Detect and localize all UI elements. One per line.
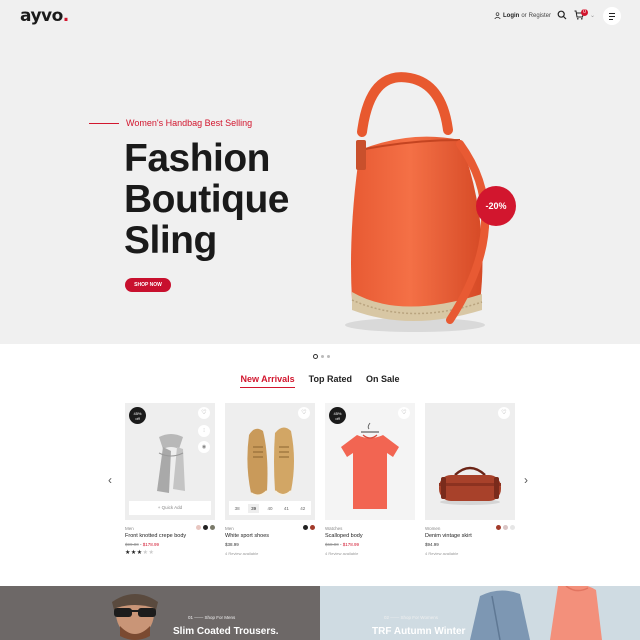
header: ayvo. Login or Register 0 ⌄ xyxy=(0,0,640,34)
promo-subtitle: 01 —— Shop For Mens xyxy=(188,615,236,620)
promo-banner-mens[interactable]: 01 —— Shop For Mens Slim Coated Trousers… xyxy=(0,586,320,640)
slider-dot[interactable] xyxy=(327,355,330,358)
color-swatches xyxy=(496,525,515,530)
product-category: Watches xyxy=(325,526,343,531)
size-selector: 38 39 40 41 42 xyxy=(229,501,311,515)
tab-top-rated[interactable]: Top Rated xyxy=(309,374,352,388)
search-icon[interactable] xyxy=(557,10,567,20)
man-portrait-image xyxy=(112,594,158,640)
product-image[interactable]: ♡ xyxy=(425,403,515,520)
color-swatch[interactable] xyxy=(310,525,315,530)
promo-subtitle: 02 —— Shop For Womens xyxy=(384,615,438,620)
product-category: Women xyxy=(425,526,441,531)
heart-icon[interactable]: ♡ xyxy=(298,407,310,419)
product-price: $68.00 - $178.99 xyxy=(325,542,360,547)
duffel-bag-image xyxy=(439,466,501,505)
review-count: 4 Review available xyxy=(325,551,359,556)
login-register[interactable]: Login or Register xyxy=(494,12,551,19)
color-swatch[interactable] xyxy=(303,525,308,530)
size-option[interactable]: 41 xyxy=(281,504,292,513)
heart-icon[interactable]: ♡ xyxy=(198,407,210,419)
color-swatch[interactable] xyxy=(496,525,501,530)
product-category: Men xyxy=(225,526,234,531)
size-option[interactable]: 42 xyxy=(297,504,308,513)
chevron-down-icon[interactable]: ⌄ xyxy=(590,12,595,19)
color-swatch[interactable] xyxy=(203,525,208,530)
star-rating: ★★★★★ xyxy=(125,550,155,556)
user-icon xyxy=(494,12,501,19)
product-category: Men xyxy=(125,526,134,531)
product-price: $38.99 xyxy=(225,542,239,547)
product-price: $94.99 xyxy=(425,542,439,547)
product-card[interactable]: ♡ Women Denim vintage skirt $94.99 4 Rev… xyxy=(425,403,515,556)
product-card[interactable]: 45% off ♡ ⫶ ◉ + Quick Add Men Front knott… xyxy=(125,403,215,556)
compare-icon[interactable]: ⫶ xyxy=(198,425,210,437)
shop-now-button[interactable]: SHOP NOW xyxy=(125,278,171,292)
product-image[interactable]: 45% off ♡ ⫶ ◉ + Quick Add xyxy=(125,403,215,520)
hero-subtitle: Women's Handbag Best Selling xyxy=(126,118,253,128)
eye-icon[interactable]: ◉ xyxy=(198,441,210,453)
product-name[interactable]: Front knotted crepe body xyxy=(125,533,186,539)
color-swatch[interactable] xyxy=(503,525,508,530)
color-swatch[interactable] xyxy=(510,525,515,530)
size-option[interactable]: 39 xyxy=(248,503,260,513)
color-swatch[interactable] xyxy=(196,525,201,530)
sale-badge: 45% off xyxy=(129,407,146,424)
promo-banner-womens[interactable]: 02 —— Shop For Womens TRF Autumn Winter xyxy=(320,586,640,640)
logo[interactable]: ayvo. xyxy=(20,6,69,26)
login-link[interactable]: Login xyxy=(503,13,519,19)
tshirt-image xyxy=(341,422,399,509)
hero-banner: Women's Handbag Best Selling Fashion Bou… xyxy=(0,34,640,359)
product-image[interactable]: 45% off ♡ xyxy=(325,403,415,520)
cart-count-badge: 0 xyxy=(581,9,588,16)
slider-dot[interactable] xyxy=(313,354,318,359)
tab-on-sale[interactable]: On Sale xyxy=(366,374,400,388)
promo-title: Slim Coated Trousers. xyxy=(173,626,279,637)
or-label: or xyxy=(521,12,527,19)
hero-title: Fashion Boutique Sling xyxy=(124,137,289,262)
quick-add-button[interactable]: + Quick Add xyxy=(129,501,211,515)
hero-subtitle-rule xyxy=(89,123,119,124)
carousel-next-arrow[interactable]: › xyxy=(524,473,528,487)
slider-dot[interactable] xyxy=(321,355,324,358)
review-count: 4 Review available xyxy=(425,551,459,556)
product-card[interactable]: 45% off ♡ Watches Scalloped body $68.00 -… xyxy=(325,403,415,556)
shoes-image xyxy=(247,427,294,497)
size-option[interactable]: 38 xyxy=(232,504,243,513)
product-name[interactable]: White sport shoes xyxy=(225,533,269,539)
color-swatch[interactable] xyxy=(210,525,215,530)
register-link[interactable]: Register xyxy=(529,13,551,19)
product-card[interactable]: ♡ 38 39 40 41 42 Men White sport shoes $… xyxy=(225,403,315,556)
scarf-image xyxy=(157,434,185,493)
women-jacket-image xyxy=(470,586,602,640)
color-swatches xyxy=(303,525,315,530)
color-swatches xyxy=(196,525,215,530)
carousel-prev-arrow[interactable]: ‹ xyxy=(108,473,112,487)
product-image[interactable]: ♡ 38 39 40 41 42 xyxy=(225,403,315,520)
product-price: $99.00 - $178.99 xyxy=(125,542,160,547)
tab-new-arrivals[interactable]: New Arrivals xyxy=(240,374,295,388)
menu-button[interactable] xyxy=(603,7,621,25)
heart-icon[interactable]: ♡ xyxy=(398,407,410,419)
discount-badge: -20% xyxy=(476,186,516,226)
slider-dots[interactable] xyxy=(313,354,330,359)
product-tabs: New Arrivals Top Rated On Sale xyxy=(0,374,640,388)
product-name[interactable]: Denim vintage skirt xyxy=(425,533,472,539)
product-name[interactable]: Scalloped body xyxy=(325,533,363,539)
size-option[interactable]: 40 xyxy=(264,504,275,513)
review-count: 4 Review available xyxy=(225,551,259,556)
heart-icon[interactable]: ♡ xyxy=(498,407,510,419)
promo-title: TRF Autumn Winter xyxy=(372,626,466,637)
